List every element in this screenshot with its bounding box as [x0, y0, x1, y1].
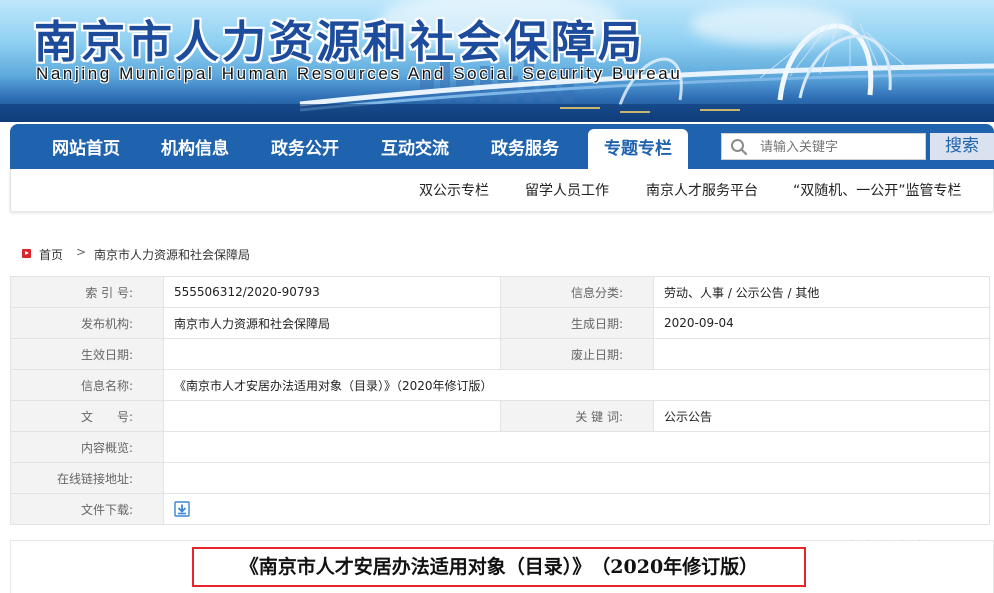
overview-value — [163, 431, 990, 463]
table-row: 在线链接地址: — [10, 462, 990, 494]
document-number-label: 文 号: — [10, 400, 164, 432]
publisher-label: 发布机构: — [10, 307, 164, 339]
article-title: 《南京市人才安居办法适用对象（目录）》 （2020年修订版） — [192, 547, 806, 587]
subnav-item-overseas-students[interactable]: 留学人员工作 — [525, 180, 609, 200]
online-link-value — [163, 462, 990, 494]
table-row: 文 号: 关 键 词: 公示公告 — [10, 400, 990, 432]
effective-date-value — [163, 338, 501, 370]
keywords-value: 公示公告 — [653, 400, 990, 432]
created-date-label: 生成日期: — [500, 307, 654, 339]
table-row: 信息名称: 《南京市人才安居办法适用对象（目录）》（2020年修订版） — [10, 369, 990, 401]
article-area: 《南京市人才安居办法适用对象（目录）》 （2020年修订版） — [10, 540, 994, 593]
search-button[interactable]: 搜索 — [930, 133, 994, 160]
repeal-date-value — [653, 338, 990, 370]
info-name-label: 信息名称: — [10, 369, 164, 401]
repeal-date-label: 废止日期: — [500, 338, 654, 370]
site-subtitle: Nanjing Municipal Human Resources And So… — [36, 64, 683, 83]
nav-item-special-topics[interactable]: 专题专栏 — [588, 129, 688, 169]
table-row: 文件下载: — [10, 493, 990, 525]
nav-item-org-info[interactable]: 机构信息 — [161, 124, 229, 169]
nav-item-interaction[interactable]: 互动交流 — [381, 124, 449, 169]
subnav-item-talent-platform[interactable]: 南京人才服务平台 — [646, 180, 758, 200]
effective-date-label: 生效日期: — [10, 338, 164, 370]
category-value: 劳动、人事 / 公示公告 / 其他 — [653, 276, 990, 308]
publisher-value: 南京市人力资源和社会保障局 — [163, 307, 501, 339]
table-row: 生效日期: 废止日期: — [10, 338, 990, 370]
search-input[interactable] — [760, 137, 920, 157]
keywords-label: 关 键 词: — [500, 400, 654, 432]
file-download-cell — [163, 493, 990, 525]
table-row: 发布机构: 南京市人力资源和社会保障局 生成日期: 2020-09-04 — [10, 307, 990, 339]
search-icon — [731, 139, 748, 156]
overview-label: 内容概览: — [10, 431, 164, 463]
table-row: 索 引 号: 555506312/2020-90793 信息分类: 劳动、人事 … — [10, 276, 990, 308]
nav-item-home[interactable]: 网站首页 — [52, 124, 120, 169]
document-number-value — [163, 400, 501, 432]
breadcrumb-home-link[interactable]: 首页 — [39, 246, 63, 263]
index-value: 555506312/2020-90793 — [163, 276, 501, 308]
breadcrumb-current-link[interactable]: 南京市人力资源和社会保障局 — [94, 246, 250, 263]
download-icon[interactable] — [174, 501, 190, 517]
nav-item-gov-service[interactable]: 政务服务 — [491, 124, 559, 169]
created-date-value: 2020-09-04 — [653, 307, 990, 339]
sub-nav: 双公示专栏 留学人员工作 南京人才服务平台 “双随机、一公开”监管专栏 — [10, 169, 994, 211]
home-arrow-icon — [22, 249, 31, 258]
category-label: 信息分类: — [500, 276, 654, 308]
file-download-label: 文件下载: — [10, 493, 164, 525]
subnav-item-supervision[interactable]: “双随机、一公开”监管专栏 — [793, 180, 962, 200]
site-title: 南京市人力资源和社会保障局 — [34, 17, 645, 68]
info-name-value: 《南京市人才安居办法适用对象（目录）》（2020年修订版） — [163, 369, 990, 401]
header-banner: 南京市人力资源和社会保障局 Nanjing Municipal Human Re… — [0, 0, 994, 122]
index-label: 索 引 号: — [10, 276, 164, 308]
search-box — [721, 133, 926, 160]
breadcrumb-separator: > — [76, 245, 87, 259]
subnav-item-double-publicity[interactable]: 双公示专栏 — [419, 180, 489, 200]
document-info-table: 索 引 号: 555506312/2020-90793 信息分类: 劳动、人事 … — [10, 276, 990, 525]
main-nav: 网站首页 机构信息 政务公开 互动交流 政务服务 专题专栏 搜索 — [10, 124, 994, 169]
table-row: 内容概览: — [10, 431, 990, 463]
nav-item-gov-open[interactable]: 政务公开 — [271, 124, 339, 169]
online-link-label: 在线链接地址: — [10, 462, 164, 494]
